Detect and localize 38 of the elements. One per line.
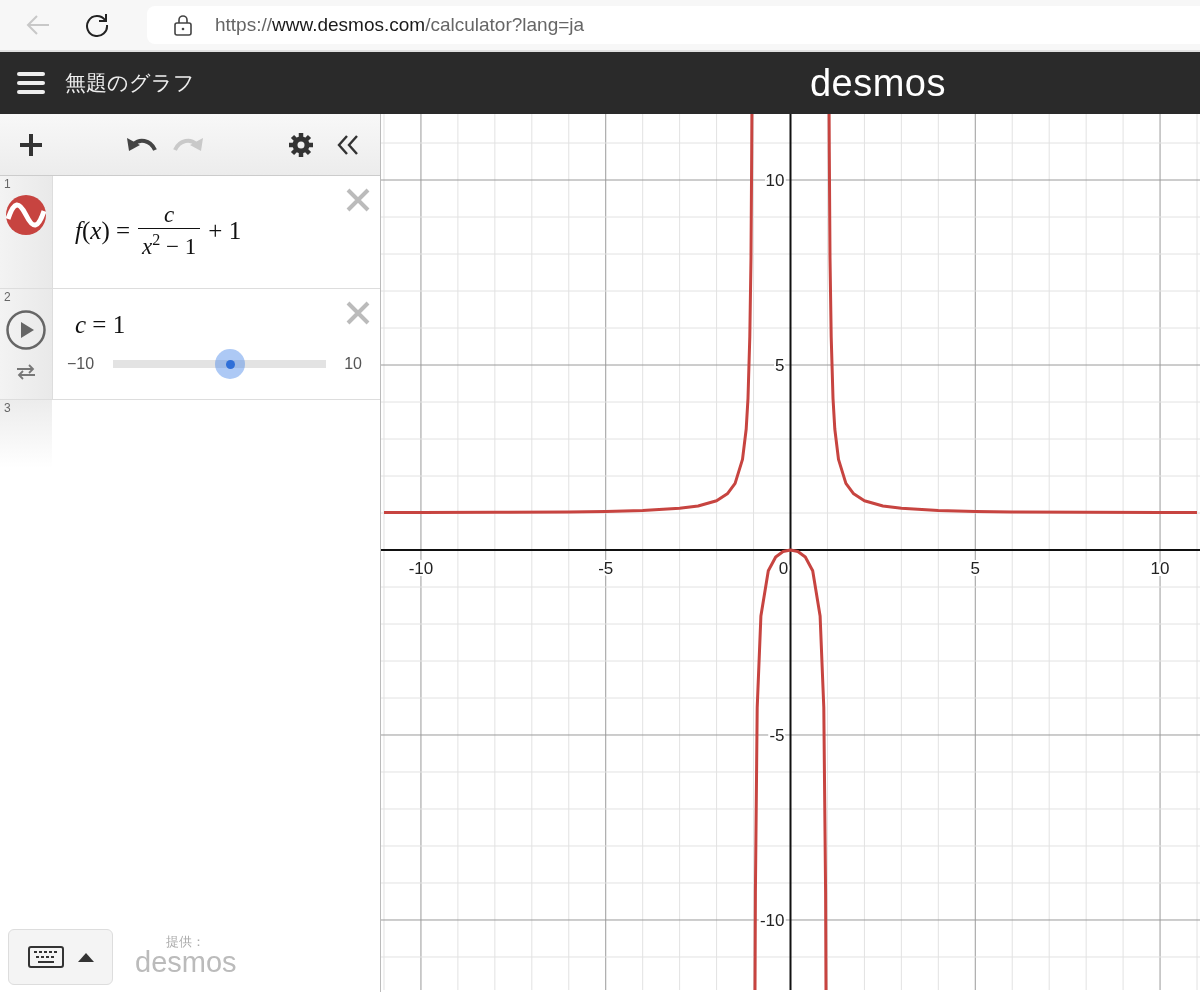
slider-min: −10 <box>67 355 95 373</box>
axis-tick-label: 5 <box>970 559 980 578</box>
address-bar[interactable]: https://www.desmos.com/calculator?lang=ja <box>147 6 1200 44</box>
play-icon[interactable] <box>6 310 46 350</box>
credit-logo: desmos <box>135 948 237 977</box>
wave-icon[interactable] <box>6 195 46 235</box>
axis-tick-label: 0 <box>778 559 789 578</box>
graph-canvas[interactable]: -10 -5 0 5 10 -10 -5 5 10 <box>381 114 1200 990</box>
axis-tick-label: -5 <box>598 559 614 578</box>
graph-title[interactable]: 無題のグラフ <box>65 69 195 97</box>
lock-icon <box>173 14 193 36</box>
axis-tick-label: -5 <box>769 726 785 745</box>
axis-tick-label: 10 <box>1150 559 1170 578</box>
menu-icon[interactable] <box>17 72 45 94</box>
settings-icon[interactable] <box>288 131 314 158</box>
math-text: c = 1 <box>75 311 126 339</box>
keyboard-icon <box>27 946 64 968</box>
math-text: + 1 <box>208 217 242 246</box>
caret-icon <box>77 952 94 962</box>
expression-number: 3 <box>4 402 11 414</box>
url-text: https://www.desmos.com/calculator?lang=ja <box>215 14 585 36</box>
axis-tick-label: 10 <box>765 171 785 190</box>
add-icon[interactable] <box>18 131 44 158</box>
axis-tick-label: 5 <box>775 356 785 375</box>
reload-icon[interactable] <box>84 12 110 38</box>
math-text: f(x) = <box>75 217 131 246</box>
axis-tick-label: -10 <box>759 911 785 930</box>
axis-tick-label: -10 <box>408 559 434 578</box>
repeat-icon[interactable] <box>15 364 37 380</box>
expression-number: 1 <box>4 178 11 190</box>
credit-label: 提供： <box>166 935 206 948</box>
keyboard-button[interactable] <box>8 929 113 985</box>
denominator: x$^{2}$ − 1 <box>140 230 198 261</box>
slider-thumb[interactable] <box>215 349 246 379</box>
logo: desmos <box>809 64 946 102</box>
expression-number: 2 <box>4 291 11 303</box>
slider-max: 10 <box>344 355 362 373</box>
numerator: c <box>138 202 201 230</box>
